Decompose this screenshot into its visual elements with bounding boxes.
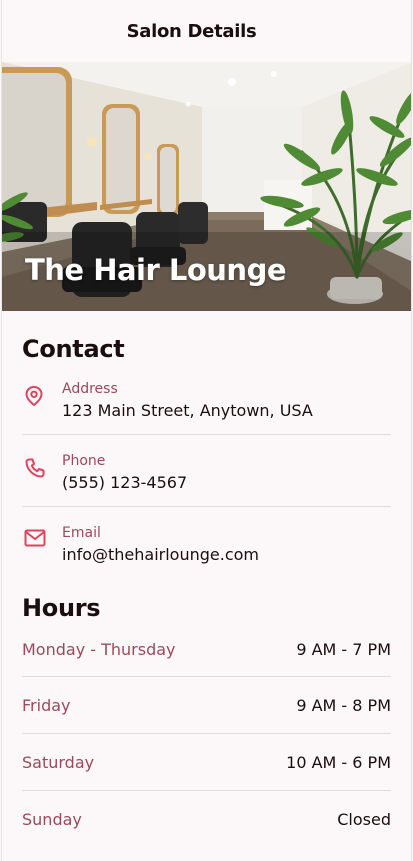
contact-phone[interactable]: Phone (555) 123-4567 xyxy=(22,435,391,507)
hours-time: Closed xyxy=(337,810,391,829)
hours-section-title: Hours xyxy=(22,594,101,622)
email-label: Email xyxy=(62,525,101,541)
hours-row: Sunday Closed xyxy=(22,791,391,848)
salon-name: The Hair Lounge xyxy=(25,253,287,287)
hours-row: Monday - Thursday 9 AM - 7 PM xyxy=(22,622,391,677)
hours-row: Friday 9 AM - 8 PM xyxy=(22,677,391,734)
salon-details-screen: Salon Details The Hair Lounge Contact Ad… xyxy=(1,0,412,861)
contact-section-title: Contact xyxy=(22,335,125,363)
contact-email[interactable]: Email info@thehairlounge.com xyxy=(22,507,391,578)
hours-row: Saturday 10 AM - 6 PM xyxy=(22,734,391,791)
top-bar: Salon Details xyxy=(2,0,411,62)
mail-icon xyxy=(22,525,62,564)
address-value: 123 Main Street, Anytown, USA xyxy=(62,401,313,420)
phone-value: (555) 123-4567 xyxy=(62,473,188,492)
email-value: info@thehairlounge.com xyxy=(62,545,260,564)
hours-day: Sunday xyxy=(22,810,82,829)
contact-address[interactable]: Address 123 Main Street, Anytown, USA xyxy=(22,363,391,435)
hours-time: 10 AM - 6 PM xyxy=(286,752,391,772)
hours-day: Saturday xyxy=(22,752,95,772)
hours-time: 9 AM - 7 PM xyxy=(296,639,391,659)
phone-icon xyxy=(22,453,62,492)
hours-day: Friday xyxy=(22,695,71,715)
phone-label: Phone xyxy=(62,453,106,469)
address-label: Address xyxy=(62,381,118,397)
hours-day: Monday - Thursday xyxy=(22,639,176,659)
hours-time: 9 AM - 8 PM xyxy=(296,695,391,715)
salon-hero-image: The Hair Lounge xyxy=(2,62,411,311)
page-title: Salon Details xyxy=(126,20,257,42)
location-pin-icon xyxy=(22,381,62,420)
hours-list: Monday - Thursday 9 AM - 7 PM Friday 9 A… xyxy=(2,622,411,848)
